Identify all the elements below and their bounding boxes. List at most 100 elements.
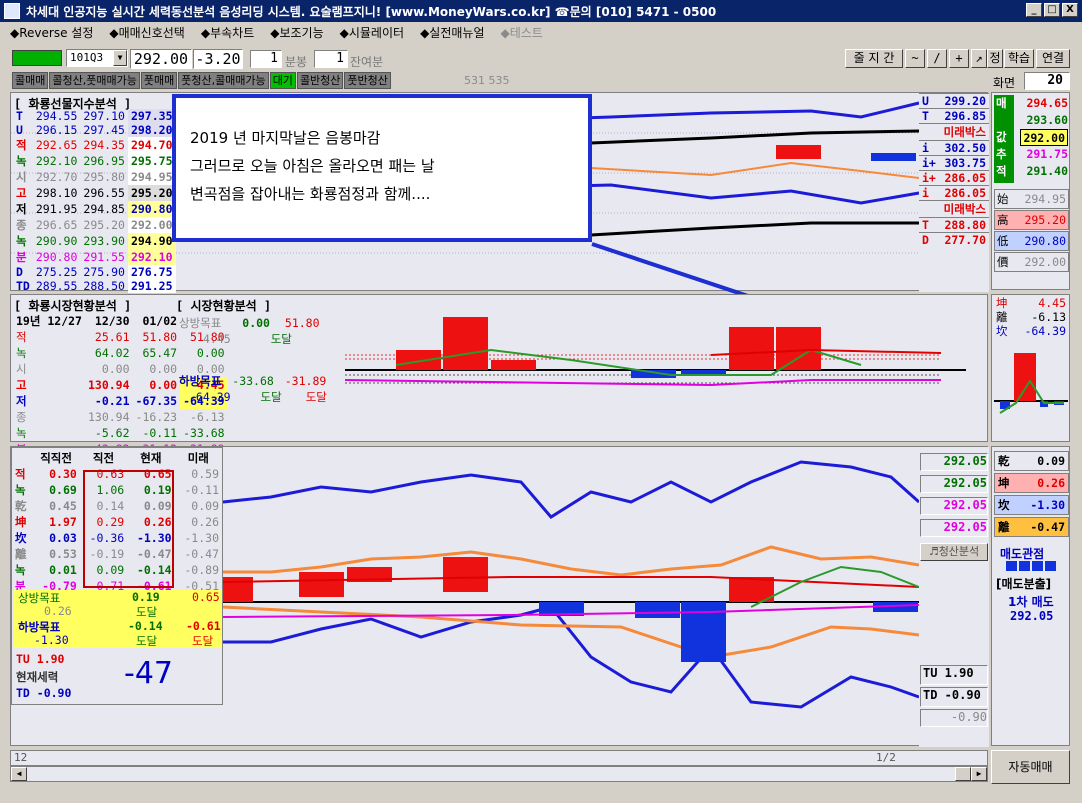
up-target-sub: 4.45 [203, 332, 231, 346]
panel1-cell: 296.65 [35, 218, 78, 232]
maximize-button[interactable]: □ [1044, 3, 1060, 17]
panel3-cell: 0.30 [49, 467, 77, 481]
liquidation-analysis-button[interactable]: ♬청산분석 [920, 543, 988, 561]
value-3: 292.05 [920, 497, 988, 515]
side3-row: 乾 0.09 [994, 451, 1069, 471]
minute-input[interactable]: 1 [250, 50, 282, 68]
mini-value: 4.45 [1038, 296, 1066, 310]
status-bar: 12 1/2 [10, 750, 988, 766]
link-button[interactable]: 연결 [1036, 49, 1070, 68]
side-panel-1: 매 294.65 293.60 값 292.00 추 291.75 적 291.40 始 294.… [991, 92, 1070, 290]
table-row: 저 291.95 294.85 290.80 [13, 201, 176, 217]
mini-value: -6.13 [1031, 310, 1066, 324]
code-value: 101Q3 [70, 51, 104, 64]
menu-signal[interactable]: ◆매매신호선택 [109, 24, 184, 41]
panel1-cell: 295.75 [127, 153, 176, 169]
force-panel: 직직전 직전 현재 미래 적 0.30 0.63 0.65 0.59 녹 0.69 1.06 0.19-… [10, 446, 989, 747]
tab-call-trade[interactable]: 콜매매 [12, 72, 49, 89]
extra-values: 531 535 [464, 74, 510, 87]
tool-arrow[interactable]: ↗ [971, 49, 987, 68]
tool-fix[interactable]: 정 [987, 49, 1003, 68]
tool-wave[interactable]: ~ [905, 49, 925, 68]
signal-tabs: 콜매매 콜청산,풋매매가능 풋매매 풋청산,콜매매가능 대기 콜반청산 풋반청산 [12, 72, 391, 89]
p3-dn-reach-2: 도달 [192, 634, 214, 648]
panel1-cell: 297.45 [83, 123, 125, 137]
tab-call-half[interactable]: 콜반청산 [296, 72, 344, 89]
panel2-header: 01/02 [142, 314, 178, 328]
right1-value: 286.05 [944, 171, 986, 185]
tab-put-half[interactable]: 풋반청산 [344, 72, 391, 89]
menu-simulator[interactable]: ◆시뮬레이터 [340, 24, 404, 41]
p3-dn-reach: 도달 [136, 634, 158, 648]
panel2-cell: 130.94 [87, 410, 130, 424]
side3-key: 乾 [998, 454, 1010, 468]
list-item: 미래박스 [919, 200, 989, 218]
table-row: 종 130.94 -16.23 -6.13 [13, 409, 228, 425]
tab-call-close[interactable]: 콜청산,풋매매가능 [49, 72, 140, 89]
up-reach: 도달 [270, 332, 292, 346]
side3-value: -0.47 [1030, 520, 1065, 534]
panel1-cell: 저 [16, 202, 27, 216]
side-value: 293.60 [1026, 113, 1068, 127]
p3-dn-sub: -1.30 [34, 633, 69, 647]
panel1-cell: 294.95 [127, 169, 176, 185]
scroll-thumb[interactable] [955, 767, 971, 781]
mini-row: 離 -6.13 [996, 310, 1066, 324]
right1-value: 286.05 [944, 186, 986, 200]
panel1-cell: 294.70 [127, 137, 176, 153]
menu-aux[interactable]: ◆보조기능 [270, 24, 323, 41]
minimize-button[interactable]: _ [1026, 3, 1042, 17]
auto-trade-button[interactable]: 자동매매 [991, 750, 1070, 784]
panel3-cell: 녹 [15, 563, 26, 577]
horizontal-scrollbar[interactable]: ◀ ▶ [10, 766, 988, 782]
side3-key: 離 [998, 520, 1010, 534]
tab-put-close[interactable]: 풋청산,콜매매가능 [178, 72, 269, 89]
remaining-label: 잔여분 [350, 55, 384, 69]
panel2-cell: -16.23 [135, 410, 178, 424]
side3-value: 0.09 [1037, 454, 1065, 468]
menu-test[interactable]: ◆테스트 [501, 24, 543, 41]
minute-label: 분봉 [285, 55, 308, 69]
panel2-header: 19년 12/27 [16, 314, 82, 328]
close-button[interactable]: X [1062, 3, 1078, 17]
tool-line[interactable]: / [927, 49, 947, 68]
panel3-header: 직직전 [40, 451, 72, 465]
code-select[interactable]: 101Q3 ▼ [66, 49, 128, 67]
panel2-cell: 64.02 [94, 346, 130, 360]
panel3-cell: -0.89 [184, 563, 219, 577]
tab-wait[interactable]: 대기 [269, 72, 296, 89]
scroll-right-icon[interactable]: ▶ [971, 767, 987, 781]
tab-put-trade[interactable]: 풋매매 [140, 72, 178, 89]
ohlc-key: 始 [997, 192, 1009, 206]
menu-subchart[interactable]: ◆부속차트 [201, 24, 254, 41]
scroll-left-icon[interactable]: ◀ [11, 767, 27, 781]
panel1-cell: 고 [16, 186, 27, 200]
market-panel: [ 화룡시장현황분석 ] [ 시장현황분석 ] 19년 12/27 12/30 01… [10, 294, 988, 456]
table-row: 녹 64.02 65.47 0.00 [13, 345, 228, 361]
first-sell: 1차 매도 [1008, 595, 1054, 609]
panel2-cell: -33.68 [183, 426, 225, 440]
screen-input[interactable]: 20 [1024, 72, 1070, 90]
bar-3 [491, 360, 536, 370]
menu-manual[interactable]: ◆실전매뉴얼 [420, 24, 484, 41]
ohlc-key: 高 [997, 213, 1009, 227]
panel1-cell: 291.55 [83, 250, 125, 264]
panel1-cell: 294.85 [83, 202, 125, 216]
menu-reverse[interactable]: ◆Reverse 설정 [10, 24, 93, 41]
panel2-cell: 적 [16, 330, 27, 344]
panel2-cell: 0.00 [196, 346, 225, 360]
right1-value: 303.75 [944, 156, 986, 170]
chevron-down-icon[interactable]: ▼ [113, 50, 127, 66]
panel1-cell: 295.20 [83, 218, 125, 232]
mini-key: 坤 [996, 296, 1008, 310]
remaining-input[interactable]: 1 [314, 50, 348, 68]
up-target-label: 상방목표 [179, 316, 222, 330]
side-value: 291.40 [1026, 164, 1068, 178]
zoom-button[interactable]: 줄 지 간 [845, 49, 903, 68]
tool-cross[interactable]: + [949, 49, 969, 68]
down-target-v2: -31.89 [284, 374, 327, 388]
ohlc-row: 低 290.80 [994, 231, 1069, 251]
td-right: TD -0.90 [920, 687, 988, 707]
panel1-cell: 275.25 [35, 265, 78, 279]
learn-button[interactable]: 학습 [1004, 49, 1034, 68]
